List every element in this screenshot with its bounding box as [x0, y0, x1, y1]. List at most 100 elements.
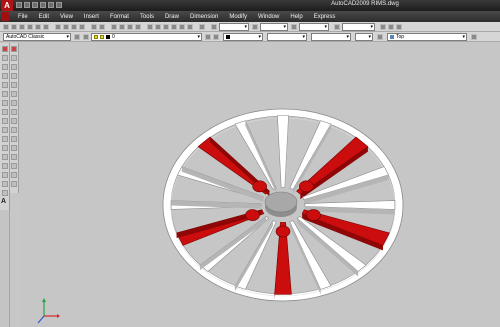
spline-icon[interactable]	[2, 118, 8, 124]
quickcalc-icon[interactable]	[187, 24, 193, 30]
line-icon[interactable]	[2, 46, 8, 52]
redo-icon[interactable]	[99, 24, 105, 30]
revision-cloud-icon[interactable]	[2, 109, 8, 115]
multileader-style-icon[interactable]	[334, 24, 340, 30]
ellipse-arc-icon[interactable]	[2, 136, 8, 142]
workspace-combo[interactable]: AutoCAD Classic ▾	[3, 33, 71, 41]
construction-line-icon[interactable]	[2, 55, 8, 61]
ucs-axis-icon	[37, 298, 60, 324]
mtext-icon[interactable]: A	[1, 198, 6, 205]
copy-object-icon[interactable]	[11, 55, 17, 61]
chamfer-icon[interactable]	[11, 163, 17, 169]
named-views-icon[interactable]	[377, 34, 383, 40]
menu-modify[interactable]: Modify	[229, 14, 247, 20]
mirror-icon[interactable]	[11, 64, 17, 70]
hatch-icon[interactable]	[2, 172, 8, 178]
drawing-viewport[interactable]	[20, 43, 500, 327]
window-title: AutoCAD2009 RIMS.dwg	[331, 1, 399, 7]
arc-icon[interactable]	[2, 91, 8, 97]
layer-combo[interactable]: 0 ▾	[91, 33, 202, 41]
zoom-window-icon[interactable]	[127, 24, 133, 30]
visual-style-icon[interactable]	[388, 24, 394, 30]
region-icon[interactable]	[2, 190, 8, 196]
menu-express[interactable]: Express	[314, 14, 336, 20]
preview-icon[interactable]	[35, 24, 41, 30]
linetype-combo[interactable]: ▾	[267, 33, 307, 41]
workspace-settings-icon[interactable]	[74, 34, 80, 40]
menu-view[interactable]: View	[60, 14, 73, 20]
sheet-set-icon[interactable]	[171, 24, 177, 30]
array-icon[interactable]	[11, 82, 17, 88]
join-icon[interactable]	[11, 154, 17, 160]
copy-icon[interactable]	[63, 24, 69, 30]
menu-insert[interactable]: Insert	[84, 14, 99, 20]
offset-icon[interactable]	[11, 73, 17, 79]
polygon-icon[interactable]	[2, 73, 8, 79]
layer-previous-icon[interactable]	[213, 34, 219, 40]
undo-icon[interactable]	[91, 24, 97, 30]
document-icon[interactable]	[1, 12, 9, 21]
ucs-icon[interactable]	[396, 24, 402, 30]
tool-palettes-icon[interactable]	[163, 24, 169, 30]
style-icon[interactable]	[211, 24, 217, 30]
print-icon[interactable]	[27, 24, 33, 30]
text-style-combo[interactable]: ▾	[219, 23, 249, 31]
point-icon[interactable]	[2, 163, 8, 169]
ellipse-icon[interactable]	[2, 127, 8, 133]
view-icon[interactable]	[380, 24, 386, 30]
dim-style-icon[interactable]	[252, 24, 258, 30]
menu-help[interactable]: Help	[290, 14, 302, 20]
realtime-zoom-icon[interactable]	[471, 34, 477, 40]
table-style-icon[interactable]	[291, 24, 297, 30]
erase-icon[interactable]	[11, 46, 17, 52]
stretch-icon[interactable]	[11, 118, 17, 124]
break-icon[interactable]	[11, 145, 17, 151]
multileader-style-combo[interactable]: ▾	[342, 23, 375, 31]
modify-toolbar	[10, 43, 19, 193]
make-current-layer-icon[interactable]	[205, 34, 211, 40]
cut-icon[interactable]	[55, 24, 61, 30]
menu-tools[interactable]: Tools	[140, 14, 154, 20]
properties-icon[interactable]	[147, 24, 153, 30]
table-style-combo[interactable]: ▾	[299, 23, 329, 31]
pan-icon[interactable]	[111, 24, 117, 30]
explode-icon[interactable]	[11, 181, 17, 187]
gradient-icon[interactable]	[2, 181, 8, 187]
dim-style-combo[interactable]: ▾	[260, 23, 288, 31]
fillet-icon[interactable]	[11, 172, 17, 178]
markup-icon[interactable]	[179, 24, 185, 30]
design-center-icon[interactable]	[155, 24, 161, 30]
color-combo[interactable]: ▾	[223, 33, 263, 41]
menu-format[interactable]: Format	[110, 14, 129, 20]
save-icon[interactable]	[19, 24, 25, 30]
circle-icon[interactable]	[2, 100, 8, 106]
polyline-icon[interactable]	[2, 64, 8, 70]
help-icon[interactable]	[199, 24, 205, 30]
menu-edit[interactable]: Edit	[39, 14, 49, 20]
layer-properties-icon[interactable]	[83, 34, 89, 40]
view-combo[interactable]: Top ▾	[387, 33, 467, 41]
extend-icon[interactable]	[11, 136, 17, 142]
open-icon[interactable]	[11, 24, 17, 30]
menu-window[interactable]: Window	[258, 14, 279, 20]
lug-nut	[306, 209, 321, 221]
rectangle-icon[interactable]	[2, 82, 8, 88]
scale-icon[interactable]	[11, 109, 17, 115]
menu-file[interactable]: File	[18, 14, 28, 20]
lineweight-combo[interactable]: ▾	[311, 33, 351, 41]
plot-style-combo[interactable]: ▾	[355, 33, 373, 41]
match-properties-icon[interactable]	[79, 24, 85, 30]
move-icon[interactable]	[11, 91, 17, 97]
insert-block-icon[interactable]	[2, 145, 8, 151]
make-block-icon[interactable]	[2, 154, 8, 160]
menu-draw[interactable]: Draw	[165, 14, 179, 20]
zoom-realtime-icon[interactable]	[119, 24, 125, 30]
zoom-previous-icon[interactable]	[135, 24, 141, 30]
layers-toolbar: AutoCAD Classic ▾ 0 ▾ ▾ ▾ ▾ ▾ Top ▾	[0, 32, 500, 42]
qnew-icon[interactable]	[3, 24, 9, 30]
trim-icon[interactable]	[11, 127, 17, 133]
publish-icon[interactable]	[43, 24, 49, 30]
menu-dimension[interactable]: Dimension	[190, 14, 218, 20]
paste-icon[interactable]	[71, 24, 77, 30]
rotate-icon[interactable]	[11, 100, 17, 106]
